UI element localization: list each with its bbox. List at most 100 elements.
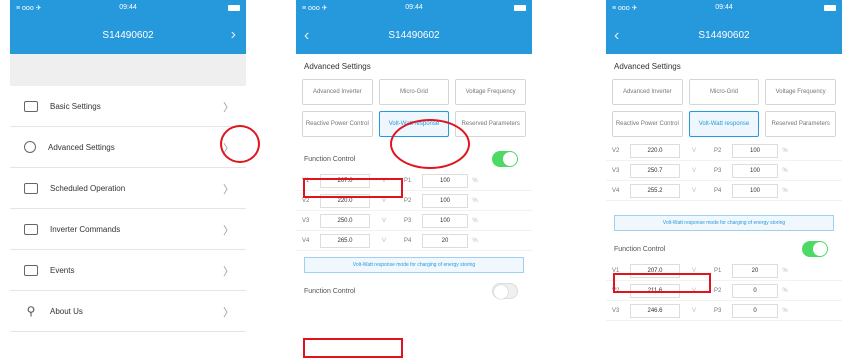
chevron-right-icon: 〉	[223, 102, 234, 114]
voltage-label: V4	[612, 187, 620, 194]
power-label: P1	[714, 267, 722, 274]
power-input[interactable]: 100	[422, 193, 468, 208]
list-icon	[24, 100, 38, 112]
menu-item-scheduled-operation[interactable]: Scheduled Operation 〉	[10, 168, 246, 209]
page-title: S14490602	[102, 30, 154, 41]
menu-item-label: Scheduled Operation	[50, 183, 126, 193]
power-unit: %	[782, 267, 788, 274]
voltage-label: V3	[612, 307, 620, 314]
voltage-unit: V	[381, 237, 386, 244]
power-input[interactable]: 100	[732, 183, 778, 198]
phone-main-menu: ≡ ooo ✈ 09:44 S14490602 › Basic Settings…	[10, 0, 246, 360]
param-row: V4 265.0 V P4 20 %	[296, 231, 532, 251]
chevron-right-icon: 〉	[223, 266, 234, 278]
tab-reactive-power-control[interactable]: Reactive Power Control	[612, 111, 683, 137]
voltage-input[interactable]: 220.0	[630, 143, 680, 158]
chevron-right-icon: 〉	[223, 225, 234, 237]
voltage-unit: V	[381, 197, 386, 204]
tab-micro-grid[interactable]: Micro-Grid	[378, 79, 450, 105]
menu-item-inverter-commands[interactable]: Inverter Commands 〉	[10, 209, 246, 250]
power-input[interactable]: 100	[732, 163, 778, 178]
back-chevron-icon[interactable]: ‹	[614, 27, 619, 45]
tab-reserved-parameters[interactable]: Reserved Parameters	[765, 111, 836, 137]
power-label: P2	[714, 287, 722, 294]
function-control-label: Function Control	[304, 155, 356, 163]
tab-voltage-frequency[interactable]: Voltage Frequency	[765, 79, 836, 105]
voltage-label: V4	[302, 237, 310, 244]
function-control-label: Function Control	[304, 287, 356, 295]
voltage-input[interactable]: 246.6	[630, 303, 680, 318]
terminal-icon	[24, 223, 38, 235]
chevron-right-icon[interactable]: ›	[231, 26, 236, 44]
param-row: V4 255.2 V P4 100 %	[606, 181, 842, 201]
power-input[interactable]: 100	[732, 143, 778, 158]
section-title: Advanced Settings	[304, 62, 371, 71]
param-row: V3 250.7 V P3 100 %	[606, 161, 842, 181]
menu-item-about-us[interactable]: ⚲ About Us 〉	[10, 291, 246, 332]
param-row: V3 250.0 V P3 100 %	[296, 211, 532, 231]
tab-advanced-inverter[interactable]: Advanced Inverter	[612, 79, 683, 105]
tab-advanced-inverter[interactable]: Advanced Inverter	[302, 79, 373, 105]
page-title: S14490602	[388, 30, 440, 41]
menu-item-label: Events	[50, 265, 75, 275]
voltage-unit: V	[691, 187, 696, 194]
voltage-unit: V	[691, 307, 696, 314]
page-title: S14490602	[698, 30, 750, 41]
voltage-input[interactable]: 265.0	[320, 233, 370, 248]
power-input[interactable]: 0	[732, 303, 778, 318]
menu-item-label: About Us	[50, 306, 83, 316]
tab-micro-grid[interactable]: Micro-Grid	[688, 79, 760, 105]
param-row: V2 220.0 V P2 100 %	[606, 141, 842, 161]
voltage-input[interactable]: 255.2	[630, 183, 680, 198]
signal-indicator: ≡ ooo ✈	[302, 5, 328, 12]
power-label: P3	[714, 307, 722, 314]
voltage-unit: V	[691, 147, 696, 154]
function-control-label: Function Control	[614, 245, 666, 253]
status-bar: ≡ ooo ✈ 09:44	[606, 0, 842, 17]
tab-volt-watt-response[interactable]: Volt-Watt response	[688, 111, 760, 137]
voltage-input[interactable]: 250.7	[630, 163, 680, 178]
menu-item-advanced-settings[interactable]: Advanced Settings 〉	[10, 127, 246, 168]
nav-bar: S14490602 ›	[10, 17, 246, 54]
calendar-icon	[24, 182, 38, 194]
section-spacer	[10, 54, 246, 86]
power-label: P2	[714, 147, 722, 154]
mode-note: Volt-Watt response mode for charging of …	[304, 257, 524, 273]
annotation-circle-advanced-settings	[220, 125, 260, 163]
menu-item-basic-settings[interactable]: Basic Settings 〉	[10, 86, 246, 127]
annotation-box-function-control	[613, 273, 711, 293]
voltage-label: V2	[302, 197, 310, 204]
function-control-toggle[interactable]	[492, 283, 518, 299]
status-bar: ≡ ooo ✈ 09:44	[296, 0, 532, 17]
signal-indicator: ≡ ooo ✈	[612, 5, 638, 12]
settings-tabs: Advanced Inverter Micro-Grid Voltage Fre…	[606, 79, 842, 137]
phone-advanced-settings-2: ≡ ooo ✈ 09:44 ‹ S14490602 Advanced Setti…	[606, 0, 842, 360]
function-control-toggle[interactable]	[492, 151, 518, 167]
power-unit: %	[782, 307, 788, 314]
power-unit: %	[472, 177, 478, 184]
section-title: Advanced Settings	[614, 62, 681, 71]
tab-voltage-frequency[interactable]: Voltage Frequency	[455, 79, 526, 105]
power-input[interactable]: 20	[732, 263, 778, 278]
battery-icon	[824, 5, 836, 11]
menu-item-label: Advanced Settings	[48, 142, 115, 152]
power-input[interactable]: 100	[422, 213, 468, 228]
power-input[interactable]: 20	[422, 233, 468, 248]
power-input[interactable]: 0	[732, 283, 778, 298]
param-list: V2 220.0 V P2 100 % V3 250.7 V P3 100 % …	[606, 141, 842, 201]
power-unit: %	[472, 237, 478, 244]
tab-reactive-power-control[interactable]: Reactive Power Control	[302, 111, 373, 137]
person-icon: ⚲	[26, 303, 36, 318]
voltage-input[interactable]: 250.0	[320, 213, 370, 228]
menu-item-label: Basic Settings	[50, 101, 101, 111]
menu-item-events[interactable]: Events 〉	[10, 250, 246, 291]
voltage-unit: V	[381, 217, 386, 224]
menu-item-label: Inverter Commands	[50, 224, 121, 234]
power-input[interactable]: 100	[422, 173, 468, 188]
voltage-label: V3	[302, 217, 310, 224]
status-time: 09:44	[715, 4, 733, 11]
function-control-toggle[interactable]	[802, 241, 828, 257]
power-label: P1	[404, 177, 412, 184]
back-chevron-icon[interactable]: ‹	[304, 27, 309, 45]
power-label: P4	[714, 187, 722, 194]
